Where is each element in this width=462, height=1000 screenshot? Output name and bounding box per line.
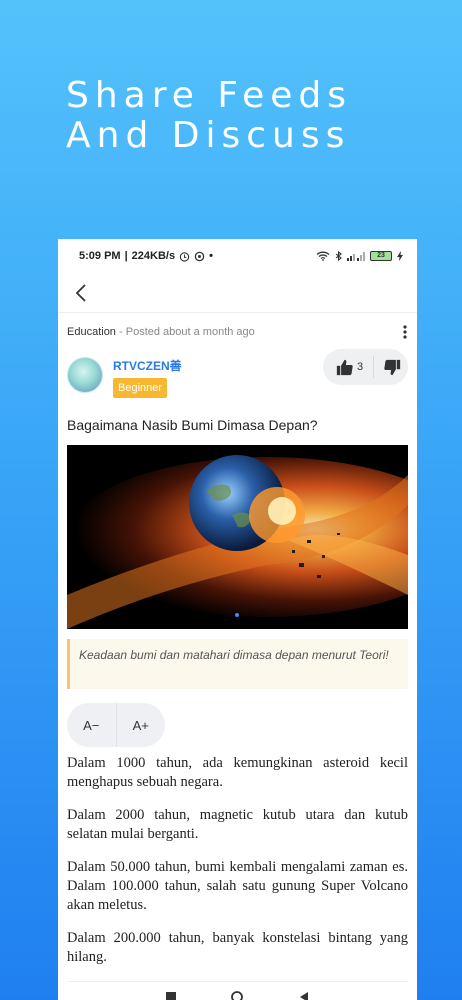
status-time: 5:09 PM xyxy=(79,250,121,262)
phone-screen: 5:09 PM | 224KB/s • 23 Education - Poste… xyxy=(58,239,417,1000)
thumbs-down-icon[interactable] xyxy=(384,359,401,376)
status-bar: 5:09 PM | 224KB/s • 23 xyxy=(58,239,417,273)
charging-icon xyxy=(397,251,403,261)
font-size-control: A− A+ xyxy=(67,703,165,747)
post-image[interactable] xyxy=(67,445,408,629)
battery-icon: 23 xyxy=(370,251,392,261)
nav-square-icon[interactable] xyxy=(165,991,177,1000)
paragraph: Dalam 200.000 tahun, banyak konstelasi b… xyxy=(67,930,408,965)
chevron-left-icon[interactable] xyxy=(74,283,88,302)
post-category[interactable]: Education xyxy=(67,326,116,338)
system-nav-bar xyxy=(58,984,417,1000)
status-speed: 224KB/s xyxy=(131,250,176,262)
post-meta: Education - Posted about a month ago xyxy=(58,313,417,343)
level-badge: Beginner xyxy=(113,378,168,398)
bluetooth-icon xyxy=(335,250,342,261)
font-increase-button[interactable]: A+ xyxy=(116,718,165,733)
headline-line-1: Share Feeds xyxy=(66,75,352,116)
nav-triangle-icon[interactable] xyxy=(298,991,310,1000)
wifi-icon xyxy=(316,251,330,261)
post-body: Dalam 1000 tahun, ada kemungkinan astero… xyxy=(58,747,417,967)
signal-icon xyxy=(347,252,365,261)
paragraph: Dalam 50.000 tahun, bumi kembali mengala… xyxy=(67,859,408,913)
post-time: Posted about a month ago xyxy=(125,326,255,338)
top-app-bar xyxy=(58,273,417,313)
alarm-icon xyxy=(179,251,190,262)
paragraph: Dalam 1000 tahun, ada kemungkinan astero… xyxy=(67,755,408,790)
nav-circle-icon[interactable] xyxy=(231,990,244,1000)
post-title: Bagaimana Nasib Bumi Dimasa Depan? xyxy=(67,417,318,433)
headline-line-2: And Discuss xyxy=(66,115,351,156)
thumbs-up-icon[interactable] xyxy=(336,359,353,376)
divider xyxy=(67,981,408,982)
kebab-menu-icon[interactable] xyxy=(403,325,407,339)
promo-headline: Share Feeds And Discuss xyxy=(66,76,352,156)
avatar[interactable] xyxy=(67,357,103,393)
paragraph: Dalam 2000 tahun, magnetic kutub utara d… xyxy=(67,807,408,842)
like-count: 3 xyxy=(357,361,364,373)
post-quote: Keadaan bumi dan matahari dimasa depan m… xyxy=(67,639,408,689)
author-name[interactable]: RTVCZEN善 xyxy=(113,357,182,374)
font-decrease-button[interactable]: A− xyxy=(67,718,116,733)
sync-icon xyxy=(194,251,205,261)
vote-control: 3 xyxy=(323,349,408,385)
author-row: RTVCZEN善 Beginner 3 xyxy=(58,343,417,405)
